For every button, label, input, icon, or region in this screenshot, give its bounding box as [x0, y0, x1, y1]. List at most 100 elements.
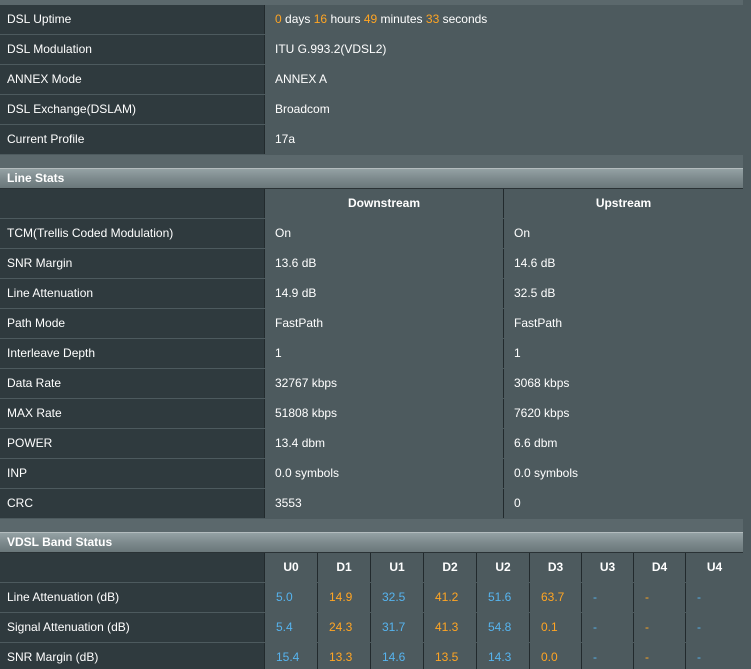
band-value-u2: 51.6 [477, 583, 530, 612]
upstream-value: FastPath [504, 309, 743, 338]
uptime-minutes-unit: minutes [380, 12, 423, 26]
line-stats-label: POWER [0, 429, 265, 458]
band-value-u4: - [686, 643, 743, 669]
band-value-d4: - [634, 583, 686, 612]
band-value-d4: - [634, 643, 686, 669]
line-stats-label: Path Mode [0, 309, 265, 338]
band-value-u2: 54.8 [477, 613, 530, 642]
line-stats-label: TCM(Trellis Coded Modulation) [0, 219, 265, 248]
section-spacer [0, 155, 743, 168]
downstream-value: 13.4 dbm [265, 429, 504, 458]
band-row: Signal Attenuation (dB) 5.4 24.3 31.7 41.3 54… [0, 613, 743, 644]
uptime-minutes: 49 [363, 12, 378, 26]
dsl-uptime-row: DSL Uptime 0 days 16 hours 49 minutes 33… [0, 5, 743, 36]
upstream-value: 0 [504, 489, 743, 518]
band-header-u2: U2 [477, 553, 530, 582]
uptime-hours: 16 [313, 12, 328, 26]
line-stats-row: INP 0.0 symbols 0.0 symbols [0, 459, 743, 490]
band-header-d2: D2 [424, 553, 477, 582]
annex-mode-value: ANNEX A [265, 65, 743, 94]
band-value-d2: 41.3 [424, 613, 477, 642]
band-value-u4: - [686, 583, 743, 612]
band-row-label: Signal Attenuation (dB) [0, 613, 265, 642]
line-stats-row: Line Attenuation 14.9 dB 32.5 dB [0, 279, 743, 310]
downstream-value: 0.0 symbols [265, 459, 504, 488]
upstream-value: 14.6 dB [504, 249, 743, 278]
band-value-u3: - [582, 583, 634, 612]
line-stats-row: MAX Rate 51808 kbps 7620 kbps [0, 399, 743, 430]
band-header-d4: D4 [634, 553, 686, 582]
line-stats-header-blank [0, 189, 265, 218]
dsl-exchange-row: DSL Exchange(DSLAM) Broadcom [0, 95, 743, 126]
downstream-value: 14.9 dB [265, 279, 504, 308]
band-value-d2: 41.2 [424, 583, 477, 612]
upstream-value: On [504, 219, 743, 248]
line-stats-row: TCM(Trellis Coded Modulation) On On [0, 219, 743, 250]
downstream-column-header: Downstream [265, 189, 504, 218]
downstream-value: 32767 kbps [265, 369, 504, 398]
band-header-d3: D3 [530, 553, 582, 582]
band-value-d3: 63.7 [530, 583, 582, 612]
band-value-d1: 14.9 [318, 583, 371, 612]
line-stats-label: SNR Margin [0, 249, 265, 278]
upstream-column-header: Upstream [504, 189, 743, 218]
line-stats-row: CRC 3553 0 [0, 489, 743, 520]
downstream-value: FastPath [265, 309, 504, 338]
band-value-u0: 5.0 [265, 583, 318, 612]
line-stats-label: MAX Rate [0, 399, 265, 428]
band-value-d1: 13.3 [318, 643, 371, 669]
band-value-d4: - [634, 613, 686, 642]
upstream-value: 1 [504, 339, 743, 368]
band-value-u1: 31.7 [371, 613, 424, 642]
line-stats-label: INP [0, 459, 265, 488]
dsl-modulation-value: ITU G.993.2(VDSL2) [265, 35, 743, 64]
line-stats-label: Line Attenuation [0, 279, 265, 308]
vdsl-band-status-header: VDSL Band Status [0, 532, 743, 553]
band-header-u1: U1 [371, 553, 424, 582]
band-row-label: SNR Margin (dB) [0, 643, 265, 669]
band-value-u0: 15.4 [265, 643, 318, 669]
line-stats-row: Path Mode FastPath FastPath [0, 309, 743, 340]
band-value-d1: 24.3 [318, 613, 371, 642]
line-stats-label: Data Rate [0, 369, 265, 398]
dsl-uptime-value: 0 days 16 hours 49 minutes 33 seconds [265, 5, 743, 34]
line-stats-row: POWER 13.4 dbm 6.6 dbm [0, 429, 743, 460]
annex-mode-row: ANNEX Mode ANNEX A [0, 65, 743, 96]
uptime-seconds: 33 [425, 12, 440, 26]
upstream-value: 7620 kbps [504, 399, 743, 428]
section-spacer [0, 519, 743, 532]
dsl-modulation-row: DSL Modulation ITU G.993.2(VDSL2) [0, 35, 743, 66]
dsl-exchange-value: Broadcom [265, 95, 743, 124]
band-header-blank [0, 553, 265, 582]
downstream-value: On [265, 219, 504, 248]
current-profile-label: Current Profile [0, 125, 265, 154]
page-scrollbar[interactable] [743, 0, 751, 669]
line-stats-label: CRC [0, 489, 265, 518]
annex-mode-label: ANNEX Mode [0, 65, 265, 94]
line-stats-header: Line Stats [0, 168, 743, 189]
line-stats-row: Data Rate 32767 kbps 3068 kbps [0, 369, 743, 400]
band-value-d2: 13.5 [424, 643, 477, 669]
uptime-seconds-unit: seconds [442, 12, 488, 26]
uptime-hours-unit: hours [330, 12, 361, 26]
band-value-u4: - [686, 613, 743, 642]
band-row: Line Attenuation (dB) 5.0 14.9 32.5 41.2 51.6… [0, 583, 743, 614]
dsl-modulation-label: DSL Modulation [0, 35, 265, 64]
uptime-days: 0 [275, 12, 282, 26]
band-header-d1: D1 [318, 553, 371, 582]
line-stats-column-header: Downstream Upstream [0, 189, 743, 220]
band-row: SNR Margin (dB) 15.4 13.3 14.6 13.5 14.3 0.0- -… [0, 643, 743, 669]
dsl-exchange-label: DSL Exchange(DSLAM) [0, 95, 265, 124]
band-value-u3: - [582, 643, 634, 669]
downstream-value: 13.6 dB [265, 249, 504, 278]
line-stats-row: Interleave Depth 1 1 [0, 339, 743, 370]
band-value-u1: 14.6 [371, 643, 424, 669]
downstream-value: 3553 [265, 489, 504, 518]
uptime-days-unit: days [285, 12, 311, 26]
downstream-value: 51808 kbps [265, 399, 504, 428]
upstream-value: 32.5 dB [504, 279, 743, 308]
dsl-uptime-label: DSL Uptime [0, 5, 265, 34]
band-header-u0: U0 [265, 553, 318, 582]
current-profile-row: Current Profile 17a [0, 125, 743, 156]
band-value-u2: 14.3 [477, 643, 530, 669]
